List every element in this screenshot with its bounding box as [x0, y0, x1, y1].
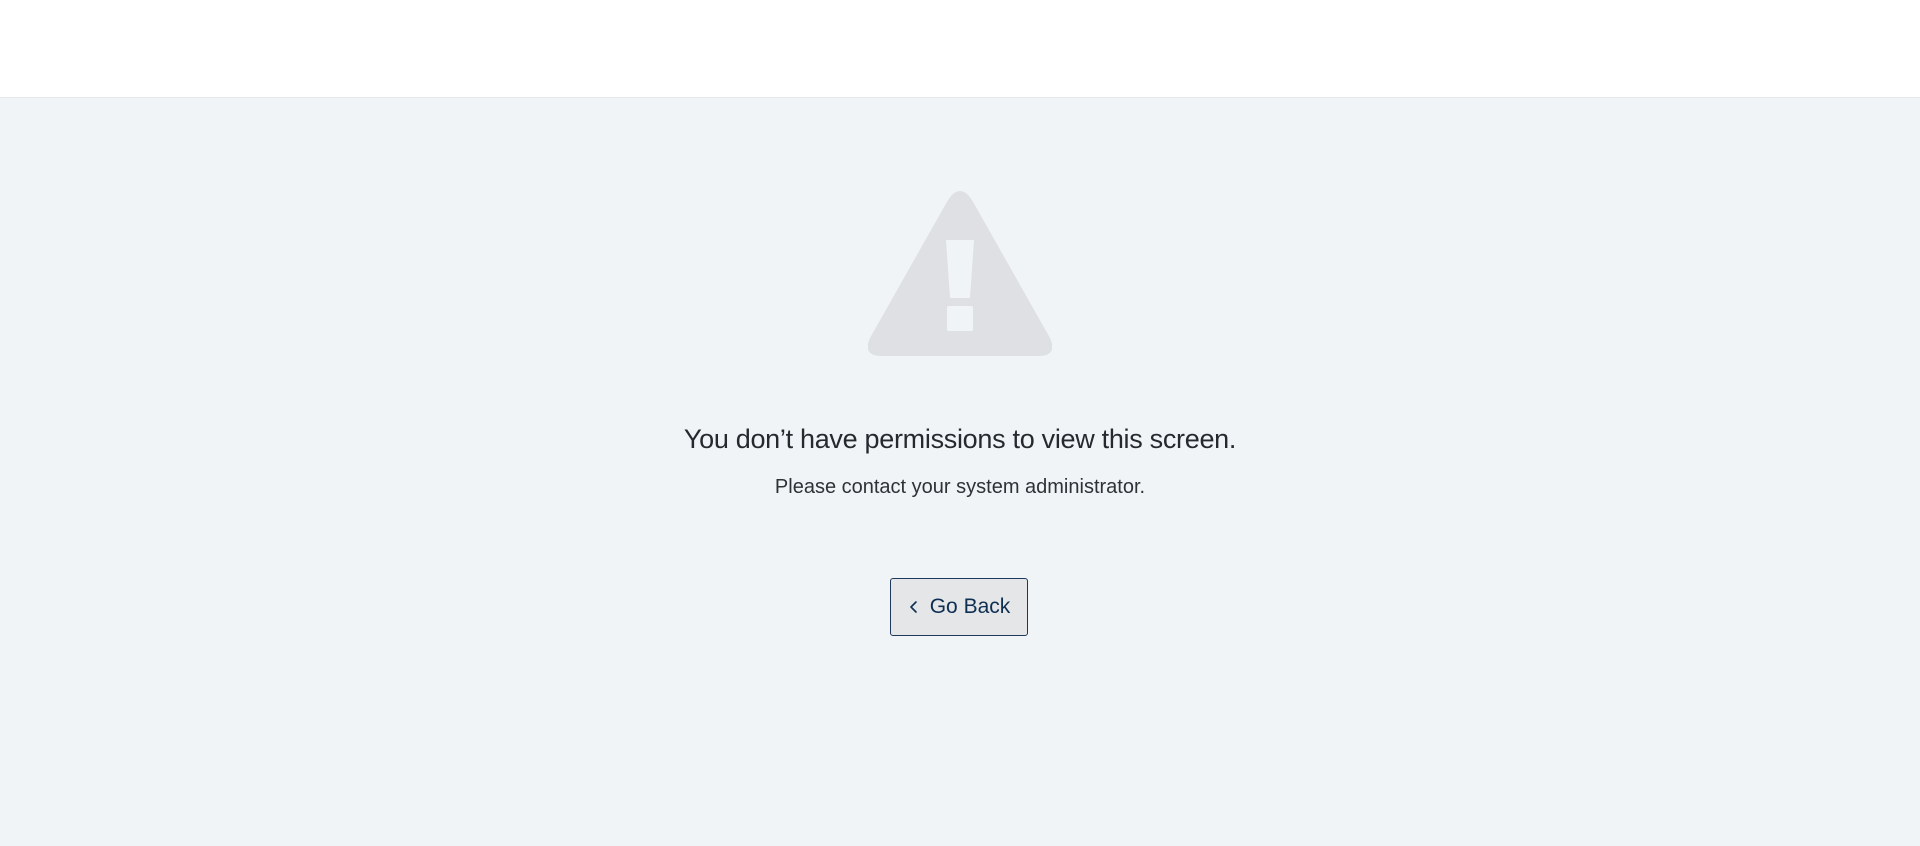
- error-title: You don’t have permissions to view this …: [683, 424, 1237, 454]
- warning-triangle-icon: [868, 191, 1052, 356]
- go-back-button[interactable]: Go Back: [890, 578, 1028, 636]
- go-back-label: Go Back: [929, 595, 1011, 618]
- chevron-left-icon: [909, 601, 917, 613]
- error-message: Please contact your system administrator…: [774, 476, 1146, 498]
- top-header-bar: [0, 0, 1920, 98]
